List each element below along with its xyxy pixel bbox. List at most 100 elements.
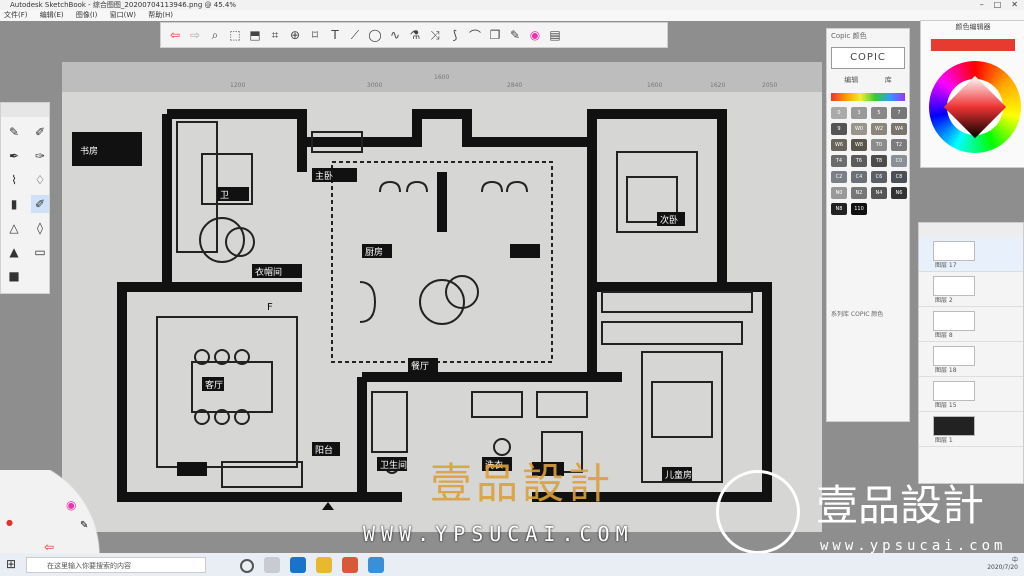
copic-swatch[interactable]: C2 — [831, 171, 847, 183]
palette-icon[interactable]: ✎ — [507, 28, 523, 42]
fill-icon[interactable]: ⚗ — [407, 28, 423, 42]
copic-hue-bar[interactable] — [831, 93, 905, 101]
layer-item[interactable]: 图层 2 — [919, 272, 1023, 307]
windows-start-icon[interactable]: ⊞ — [6, 557, 16, 571]
layer-label: 图层 15 — [935, 402, 957, 409]
layer-item[interactable]: 图层 17 — [919, 237, 1023, 272]
taskbar-search-input[interactable]: 在这里输入你要搜索的内容 — [26, 557, 206, 573]
color-wheel[interactable] — [929, 61, 1021, 153]
select-icon[interactable]: ⬚ — [227, 28, 243, 42]
menu-edit[interactable]: 编辑(E) — [40, 11, 64, 19]
clock-date[interactable]: 2020/7/20 — [987, 564, 1018, 571]
airbrush-icon[interactable]: ♢ — [31, 171, 49, 189]
layer-item[interactable]: 图层 1 — [919, 412, 1023, 447]
saturation-square[interactable] — [943, 75, 1007, 139]
explorer-icon[interactable] — [316, 557, 332, 573]
marker-icon[interactable]: ✐ — [31, 123, 49, 141]
copic-swatch[interactable]: 0 — [831, 107, 847, 119]
copic-swatch[interactable]: W8 — [851, 139, 867, 151]
redo-icon[interactable]: ⇨ — [187, 28, 203, 42]
copic-swatch[interactable]: C6 — [871, 171, 887, 183]
layer-item[interactable]: 图层 8 — [919, 307, 1023, 342]
layer-item[interactable]: 图层 18 — [919, 342, 1023, 377]
copic-swatch[interactable]: C0 — [891, 155, 907, 167]
copic-tab-edit[interactable]: 编辑 — [844, 75, 858, 87]
perspective-icon[interactable]: ⌑ — [307, 28, 323, 42]
text-icon[interactable]: T — [327, 28, 343, 42]
pencil-icon[interactable]: ✎ — [5, 123, 23, 141]
menu-help[interactable]: 帮助(H) — [148, 11, 173, 19]
copic-swatch[interactable]: N4 — [871, 187, 887, 199]
copic-swatch[interactable]: 9 — [831, 123, 847, 135]
block-brush-icon[interactable]: ■ — [5, 267, 23, 285]
undo-icon[interactable]: ⇦ — [167, 28, 183, 42]
task-view-icon[interactable] — [264, 557, 280, 573]
curve-icon[interactable]: ∿ — [387, 28, 403, 42]
copic-swatch[interactable]: N2 — [851, 187, 867, 199]
ink-icon[interactable]: ✑ — [31, 147, 49, 165]
selected-brush-icon[interactable]: ✐ — [31, 195, 49, 213]
copic-swatch[interactable]: 7 — [891, 107, 907, 119]
eraser-icon[interactable]: ▭ — [31, 243, 49, 261]
copic-swatch[interactable]: W4 — [891, 123, 907, 135]
cone-brush-icon[interactable]: ▲ — [5, 243, 23, 261]
lagoon-radial-menu[interactable]: ⇦ ◉ ✎ ● — [0, 470, 112, 556]
copic-swatch[interactable]: T4 — [831, 155, 847, 167]
distort-icon[interactable]: ⤨ — [427, 28, 443, 43]
color-editor-panel: 颜色编辑器 — [920, 20, 1024, 168]
crop-icon[interactable]: ⌗ — [267, 28, 283, 43]
brush-icon[interactable]: ⌇ — [5, 171, 23, 189]
copic-swatch[interactable]: N6 — [891, 187, 907, 199]
copic-swatch[interactable]: T6 — [851, 155, 867, 167]
plan-label: F — [267, 302, 273, 313]
copic-swatch[interactable]: T0 — [871, 139, 887, 151]
menu-image[interactable]: 图像(I) — [76, 11, 98, 19]
zoom-icon[interactable]: ⌕ — [207, 28, 223, 43]
copic-swatch[interactable]: W6 — [831, 139, 847, 151]
copic-swatch[interactable]: C4 — [851, 171, 867, 183]
copic-swatch[interactable]: N8 — [831, 203, 847, 215]
cortana-icon[interactable] — [240, 559, 254, 573]
sketchbook-icon[interactable] — [342, 557, 358, 573]
lagoon-color-icon[interactable]: ◉ — [66, 498, 76, 512]
windows-taskbar: ⊞ 在这里输入你要搜索的内容 中 2020/7/20 — [0, 553, 1024, 576]
chisel-icon[interactable]: ▮ — [5, 195, 23, 213]
color-wheel-icon[interactable]: ◉ — [527, 28, 543, 42]
layer-item[interactable]: 图层 15 — [919, 377, 1023, 412]
brush-palette: ✎ ✐ ✒ ✑ ⌇ ♢ ▮ ✐ △ ◊ ▲ ▭ ■ — [0, 102, 50, 294]
library-icon[interactable]: ▤ — [547, 28, 563, 42]
copic-icon[interactable]: ❐ — [487, 28, 503, 42]
photos-icon[interactable] — [368, 557, 384, 573]
plan-label: 卫 — [220, 191, 229, 201]
maximize-icon[interactable]: □ — [994, 0, 1002, 10]
brush-icon[interactable]: ⌒ — [467, 27, 483, 44]
copic-swatch[interactable]: 3 — [851, 107, 867, 119]
lagoon-undo-icon[interactable]: ⇦ — [44, 540, 54, 554]
menu-file[interactable]: 文件(F) — [4, 11, 28, 19]
copic-swatch[interactable]: 5 — [871, 107, 887, 119]
stroke-icon[interactable]: ⟆ — [447, 28, 463, 42]
menu-window[interactable]: 窗口(W) — [110, 11, 136, 19]
lagoon-brush-icon[interactable]: ✎ — [80, 520, 88, 531]
transform-icon[interactable]: ⬒ — [247, 28, 263, 42]
ime-indicator[interactable]: 中 — [1012, 557, 1018, 564]
pen-icon[interactable]: ✒ — [5, 147, 23, 165]
drop-brush-icon[interactable]: ◊ — [31, 219, 49, 237]
ruler-icon[interactable]: ⟋ — [347, 28, 363, 43]
lagoon-dot-icon[interactable]: ● — [6, 518, 13, 527]
copic-tab-library[interactable]: 库 — [885, 75, 892, 87]
copic-swatch[interactable]: 110 — [851, 203, 867, 215]
edge-icon[interactable] — [290, 557, 306, 573]
copic-swatch[interactable]: C8 — [891, 171, 907, 183]
copic-swatch[interactable]: W0 — [851, 123, 867, 135]
copic-swatch[interactable]: T2 — [891, 139, 907, 151]
copic-swatch[interactable]: W2 — [871, 123, 887, 135]
close-icon[interactable]: ✕ — [1011, 0, 1018, 10]
copic-swatch[interactable]: N0 — [831, 187, 847, 199]
triangle-brush-icon[interactable]: △ — [5, 219, 23, 237]
current-color-swatch[interactable] — [931, 39, 1015, 51]
copic-swatch[interactable]: T8 — [871, 155, 887, 167]
ellipse-icon[interactable]: ◯ — [367, 28, 383, 42]
minimize-icon[interactable]: – — [980, 0, 984, 10]
symmetry-icon[interactable]: ⊕ — [287, 28, 303, 42]
